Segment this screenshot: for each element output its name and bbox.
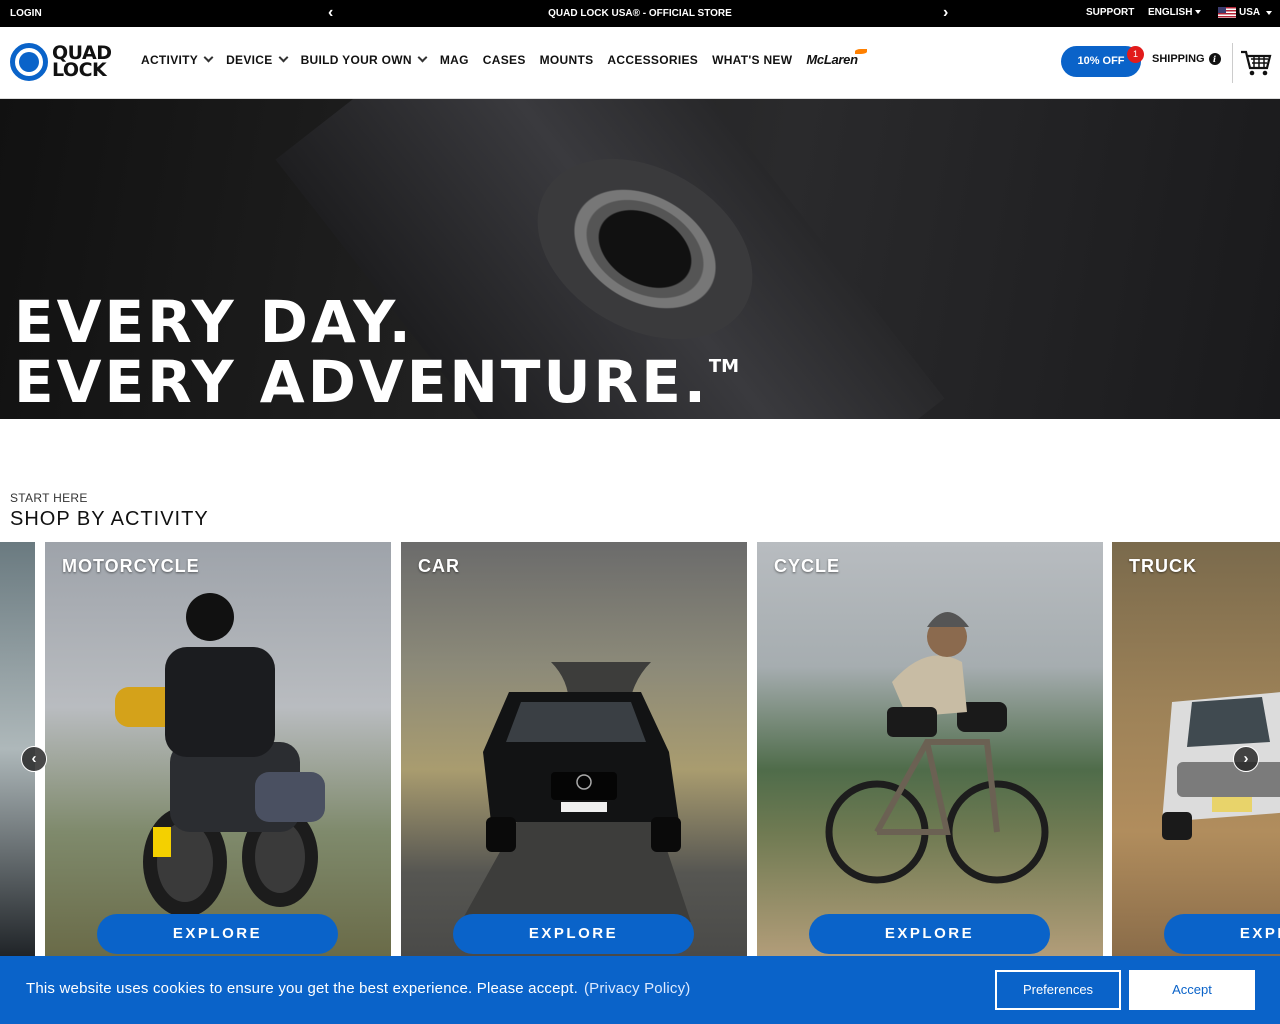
activity-card-label: CYCLE	[774, 556, 841, 576]
caret-down-icon	[1195, 10, 1202, 15]
country-label: USA	[1239, 7, 1261, 18]
explore-button[interactable]: EXPLORE	[809, 914, 1050, 954]
cookie-message-wrap: This website uses cookies to ensure you …	[26, 980, 691, 997]
activity-card-label: MOTORCYCLE	[62, 556, 200, 576]
nav-device-label: DEVICE	[226, 52, 273, 67]
nav-device[interactable]: DEVICE	[226, 52, 289, 67]
support-link[interactable]: SUPPORT	[1086, 7, 1134, 18]
nav-mclaren[interactable]: McLaren	[806, 49, 867, 67]
cookie-accept-button[interactable]: Accept	[1129, 970, 1255, 1010]
explore-button[interactable]: EXPLORE	[453, 914, 694, 954]
cookie-banner: This website uses cookies to ensure you …	[0, 956, 1280, 1024]
carousel-next-icon[interactable]: ›	[1233, 746, 1259, 772]
nav-activity-label: ACTIVITY	[141, 52, 199, 67]
section-kicker: START HERE	[10, 491, 88, 505]
nav-accessories[interactable]: ACCESSORIES	[607, 52, 698, 67]
nav-activity[interactable]: ACTIVITY	[141, 52, 214, 67]
cycle-photo	[825, 612, 1049, 884]
activity-card-label: TRUCK	[1129, 556, 1197, 576]
truck-photo	[1162, 692, 1280, 840]
cart-icon[interactable]	[1240, 49, 1272, 77]
hero-trademark: TM	[708, 356, 740, 377]
logo-line2: LOCK	[52, 59, 107, 81]
info-icon: i	[1208, 53, 1221, 65]
main-header: QUAD LOCK ACTIVITY DEVICE BUILD YOUR OWN…	[0, 27, 1280, 99]
discount-count-badge: 1	[1127, 46, 1144, 63]
hero-line1: EVERY DAY.	[14, 288, 414, 356]
hero-line2-wrap: EVERY ADVENTURE.TM	[14, 352, 739, 412]
mclaren-logo-text: McLaren	[806, 52, 858, 67]
nav-whats-new[interactable]: WHAT'S NEW	[712, 52, 792, 67]
chevron-down-icon	[203, 52, 214, 63]
chevron-down-icon	[417, 52, 428, 63]
motorcycle-photo	[115, 593, 325, 917]
chevron-right-icon[interactable]: ›	[943, 4, 948, 22]
car-photo	[461, 662, 691, 922]
mclaren-swoosh-icon	[854, 49, 867, 54]
country-selector[interactable]: USA	[1218, 7, 1273, 18]
language-label: ENGLISH	[1148, 7, 1193, 18]
activity-card-car[interactable]: CAR EXPLORE	[401, 542, 747, 956]
quad-lock-logo[interactable]: QUAD LOCK	[10, 41, 128, 83]
nav-build-your-own[interactable]: BUILD YOUR OWN	[300, 52, 428, 67]
main-nav: ACTIVITY DEVICE BUILD YOUR OWN MAG CASES…	[141, 49, 867, 67]
logo-mark-icon	[10, 43, 48, 81]
activity-card-cycle[interactable]: CYCLE EXPLORE	[757, 542, 1103, 956]
top-bar: LOGIN ‹ QUAD LOCK USA® - OFFICIAL STORE …	[0, 0, 1280, 27]
nav-build-label: BUILD YOUR OWN	[300, 52, 412, 67]
nav-cases[interactable]: CASES	[483, 52, 526, 67]
header-divider	[1232, 43, 1233, 83]
shipping-label: SHIPPING	[1152, 53, 1205, 65]
privacy-policy-link[interactable]: (Privacy Policy)	[584, 980, 691, 997]
shipping-link[interactable]: SHIPPING i	[1152, 53, 1221, 65]
language-selector[interactable]: ENGLISH	[1148, 7, 1202, 18]
nav-mounts[interactable]: MOUNTS	[540, 52, 594, 67]
caret-down-icon	[1266, 10, 1273, 15]
us-flag-icon	[1218, 7, 1236, 18]
logo-wordmark: QUAD LOCK	[52, 44, 112, 81]
activity-card-motorcycle[interactable]: MOTORCYCLE EXPLORE	[45, 542, 391, 956]
activity-carousel: MOTORCYCLE EXPLORE CAR EXPLORE CYCLE EXP…	[0, 542, 1280, 956]
hero-line2: EVERY ADVENTURE.	[14, 348, 709, 416]
cookie-preferences-button[interactable]: Preferences	[995, 970, 1121, 1010]
explore-button[interactable]: EXPLORE	[1164, 914, 1280, 954]
nav-mag[interactable]: MAG	[440, 52, 469, 67]
cookie-message: This website uses cookies to ensure you …	[26, 980, 578, 997]
activity-card-label: CAR	[418, 556, 460, 576]
hero-banner[interactable]: EVERY DAY. EVERY ADVENTURE.TM	[0, 99, 1280, 419]
chevron-down-icon	[278, 52, 289, 63]
carousel-prev-icon[interactable]: ‹	[21, 746, 47, 772]
hero-headline: EVERY DAY. EVERY ADVENTURE.TM	[14, 292, 739, 412]
section-title: SHOP BY ACTIVITY	[10, 508, 209, 530]
explore-button[interactable]: EXPLORE	[97, 914, 338, 954]
